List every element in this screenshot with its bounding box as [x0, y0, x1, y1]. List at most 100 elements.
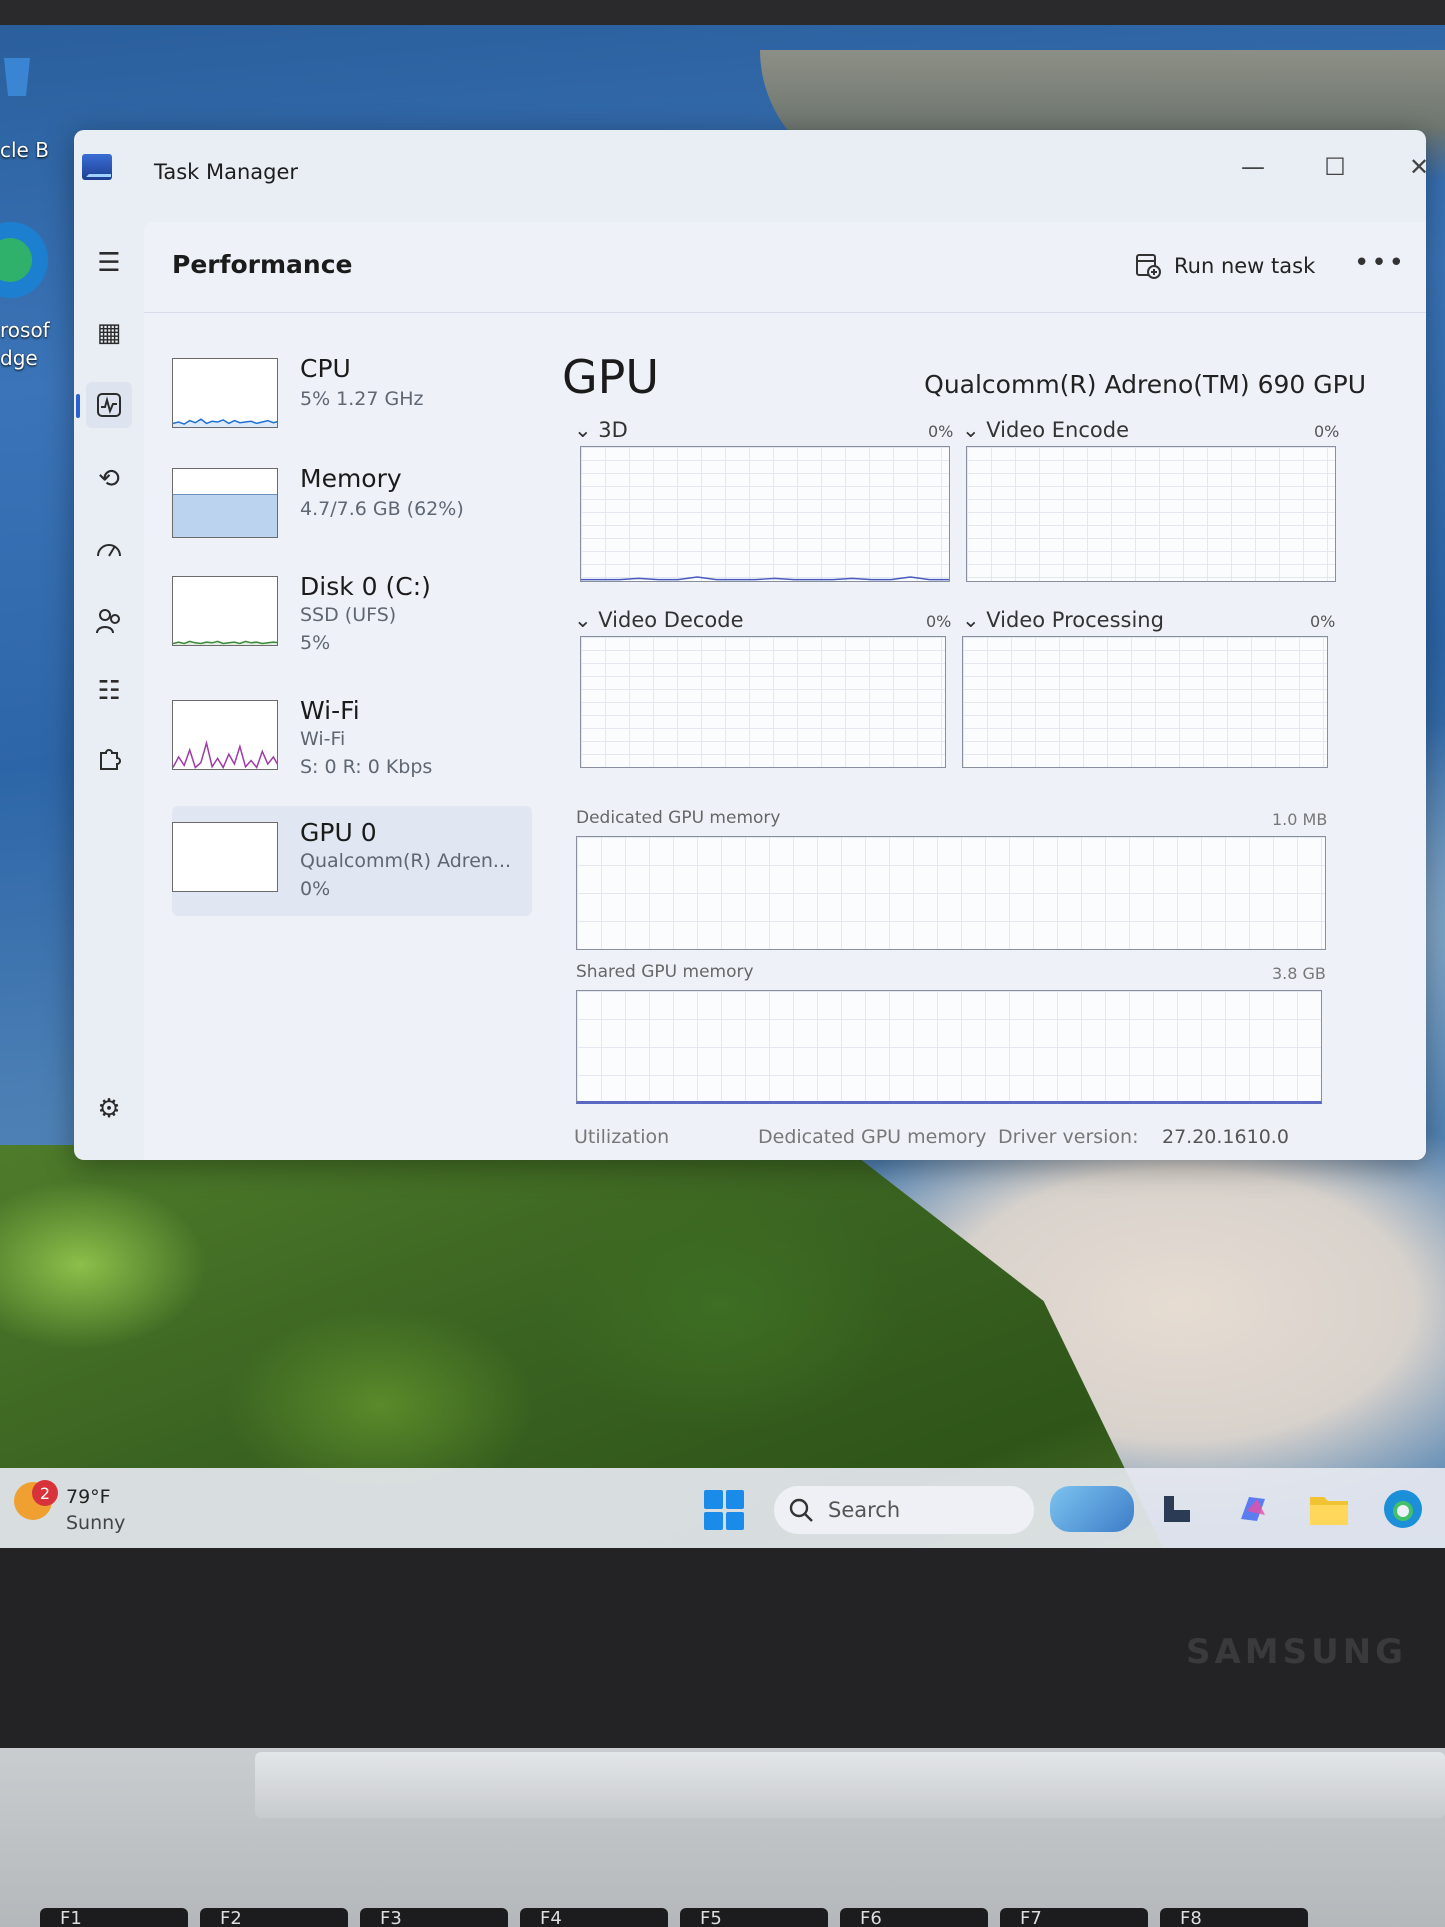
- device-item-memory[interactable]: Memory 4.7/7.6 GB (62%): [172, 456, 532, 552]
- device-name-cpu: CPU: [300, 354, 351, 383]
- engine-label-video-encode[interactable]: ⌄ Video Encode: [962, 418, 1129, 442]
- start-tile: [725, 1490, 744, 1509]
- start-tile: [725, 1511, 744, 1530]
- app-history-icon[interactable]: ⟲: [86, 456, 132, 502]
- memory-thumbnail-graph: [172, 468, 278, 538]
- device-type-disk: SSD (UFS): [300, 604, 397, 626]
- widgets-icon[interactable]: [1050, 1486, 1134, 1532]
- performance-icon[interactable]: [76, 382, 132, 428]
- key-f6: F6: [840, 1908, 988, 1927]
- engine-3d-line: [581, 576, 949, 581]
- wifi-sparkline: [173, 740, 277, 769]
- task-view-glyph-icon: [1164, 1496, 1190, 1522]
- start-tile: [704, 1511, 723, 1530]
- task-view-icon[interactable]: [1154, 1486, 1200, 1532]
- disk-sparkline: [173, 640, 277, 645]
- device-stat-cpu: 5% 1.27 GHz: [300, 388, 424, 410]
- footer-utilization-label: Utilization: [574, 1126, 670, 1148]
- engine-graph-video-processing: [962, 636, 1328, 768]
- file-explorer-icon[interactable]: [1306, 1486, 1352, 1532]
- run-new-task-label: Run new task: [1174, 254, 1316, 278]
- close-button[interactable]: ✕: [1384, 144, 1426, 190]
- recycle-bin-icon[interactable]: [0, 50, 60, 110]
- minimize-button[interactable]: —: [1218, 144, 1288, 190]
- copilot-icon[interactable]: [1230, 1486, 1276, 1532]
- settings-icon[interactable]: ⚙: [86, 1086, 132, 1132]
- dedicated-memory-label: Dedicated GPU memory: [576, 808, 781, 828]
- key-f2: F2: [200, 1908, 348, 1927]
- gpu3d-spark-line: [581, 576, 949, 581]
- photo-scene: cle B rosof dge Task Manager — ☐ ✕ ☰ ▦ ⟲: [0, 0, 1445, 1927]
- device-item-gpu[interactable]: GPU 0 Qualcomm(R) Adren... 0%: [172, 806, 532, 916]
- detail-title: GPU: [562, 350, 660, 404]
- device-item-cpu[interactable]: CPU 5% 1.27 GHz: [172, 346, 532, 442]
- users-icon[interactable]: [86, 598, 132, 644]
- key-f1: F1: [40, 1908, 188, 1927]
- more-options-button[interactable]: •••: [1354, 248, 1406, 278]
- search-placeholder: Search: [828, 1498, 901, 1522]
- device-type-wifi: Wi-Fi: [300, 728, 346, 750]
- device-name-disk: Disk 0 (C:): [300, 572, 431, 601]
- shared-memory-value: 3.8 GB: [1272, 964, 1326, 983]
- performance-graph-icon: [97, 393, 121, 417]
- device-stat-wifi: S: 0 R: 0 Kbps: [300, 756, 433, 778]
- laptop-brand-logo: SAMSUNG: [1186, 1632, 1408, 1672]
- device-name-wifi: Wi-Fi: [300, 696, 360, 725]
- engine-pct-video-encode: 0%: [1314, 422, 1340, 441]
- engine-label-video-decode[interactable]: ⌄ Video Decode: [574, 608, 744, 632]
- maximize-button[interactable]: ☐: [1300, 144, 1370, 190]
- device-item-disk[interactable]: Disk 0 (C:) SSD (UFS) 5%: [172, 564, 532, 660]
- shared-memory-graph: [576, 990, 1322, 1104]
- device-stat-disk: 5%: [300, 632, 331, 654]
- services-icon[interactable]: [86, 738, 132, 784]
- cpu-thumbnail-graph: [172, 358, 278, 428]
- device-stat-memory: 4.7/7.6 GB (62%): [300, 498, 464, 520]
- folder-icon: [1310, 1497, 1348, 1525]
- gpu-model-name: Qualcomm(R) Adreno(TM) 690 GPU: [924, 370, 1366, 399]
- edge-taskbar-icon[interactable]: [1380, 1486, 1426, 1532]
- left-navigation: ☰ ▦ ⟲ ☷ ⚙: [74, 220, 144, 1160]
- memory-fill: [173, 493, 277, 537]
- engine-name-3d: 3D: [598, 418, 628, 442]
- engine-graph-video-encode: [966, 446, 1336, 582]
- taskbar-search-box[interactable]: Search: [774, 1486, 1034, 1534]
- engine-name-video-processing: Video Processing: [986, 608, 1164, 632]
- startup-apps-icon[interactable]: [86, 526, 132, 572]
- wifi-thumbnail-graph: [172, 700, 278, 770]
- edge-desktop-icon[interactable]: [0, 220, 60, 300]
- start-button[interactable]: [704, 1490, 744, 1530]
- key-f3: F3: [360, 1908, 508, 1927]
- engine-label-3d[interactable]: ⌄ 3D: [574, 418, 628, 442]
- cpu-sparkline: [173, 418, 277, 427]
- run-new-task-button[interactable]: Run new task: [1134, 244, 1315, 288]
- task-manager-window: Task Manager — ☐ ✕ ☰ ▦ ⟲ ☷ ⚙ Performance…: [74, 130, 1426, 1160]
- performance-header: Performance Run new task •••: [144, 222, 1426, 313]
- dedicated-memory-value: 1.0 MB: [1272, 810, 1328, 829]
- processes-icon[interactable]: ▦: [86, 310, 132, 356]
- task-manager-logo-icon: [82, 154, 112, 180]
- weather-temperature[interactable]: 79°F: [66, 1486, 111, 1508]
- users-glyph-icon: [96, 609, 120, 634]
- dedicated-memory-graph: [576, 836, 1326, 950]
- title-bar[interactable]: Task Manager — ☐ ✕: [74, 130, 1426, 220]
- engine-name-video-decode: Video Decode: [598, 608, 744, 632]
- device-stat-gpu: 0%: [300, 878, 331, 900]
- details-icon[interactable]: ☷: [86, 668, 132, 714]
- engine-pct-video-decode: 0%: [926, 612, 952, 631]
- taskbar: 2 79°F Sunny Search: [0, 1468, 1445, 1548]
- weather-condition[interactable]: Sunny: [66, 1512, 125, 1534]
- engine-label-video-processing[interactable]: ⌄ Video Processing: [962, 608, 1164, 632]
- copilot-glyph-icon: [1241, 1497, 1265, 1521]
- hamburger-menu-icon[interactable]: ☰: [86, 240, 132, 286]
- window-title: Task Manager: [154, 160, 299, 184]
- engine-graph-3d: [580, 446, 950, 582]
- key-f5: F5: [680, 1908, 828, 1927]
- engine-name-video-encode: Video Encode: [986, 418, 1130, 442]
- device-name-gpu: GPU 0: [300, 818, 377, 847]
- edge-label-1: rosof: [0, 318, 50, 342]
- shared-memory-label: Shared GPU memory: [576, 962, 754, 982]
- device-item-wifi[interactable]: Wi-Fi Wi-Fi S: 0 R: 0 Kbps: [172, 688, 532, 784]
- function-key-row: F1 F2 F3 F4 F5 F6 F7 F8: [40, 1908, 1445, 1927]
- laptop-hinge: [255, 1752, 1445, 1818]
- footer-driver-label: Driver version:: [998, 1126, 1139, 1148]
